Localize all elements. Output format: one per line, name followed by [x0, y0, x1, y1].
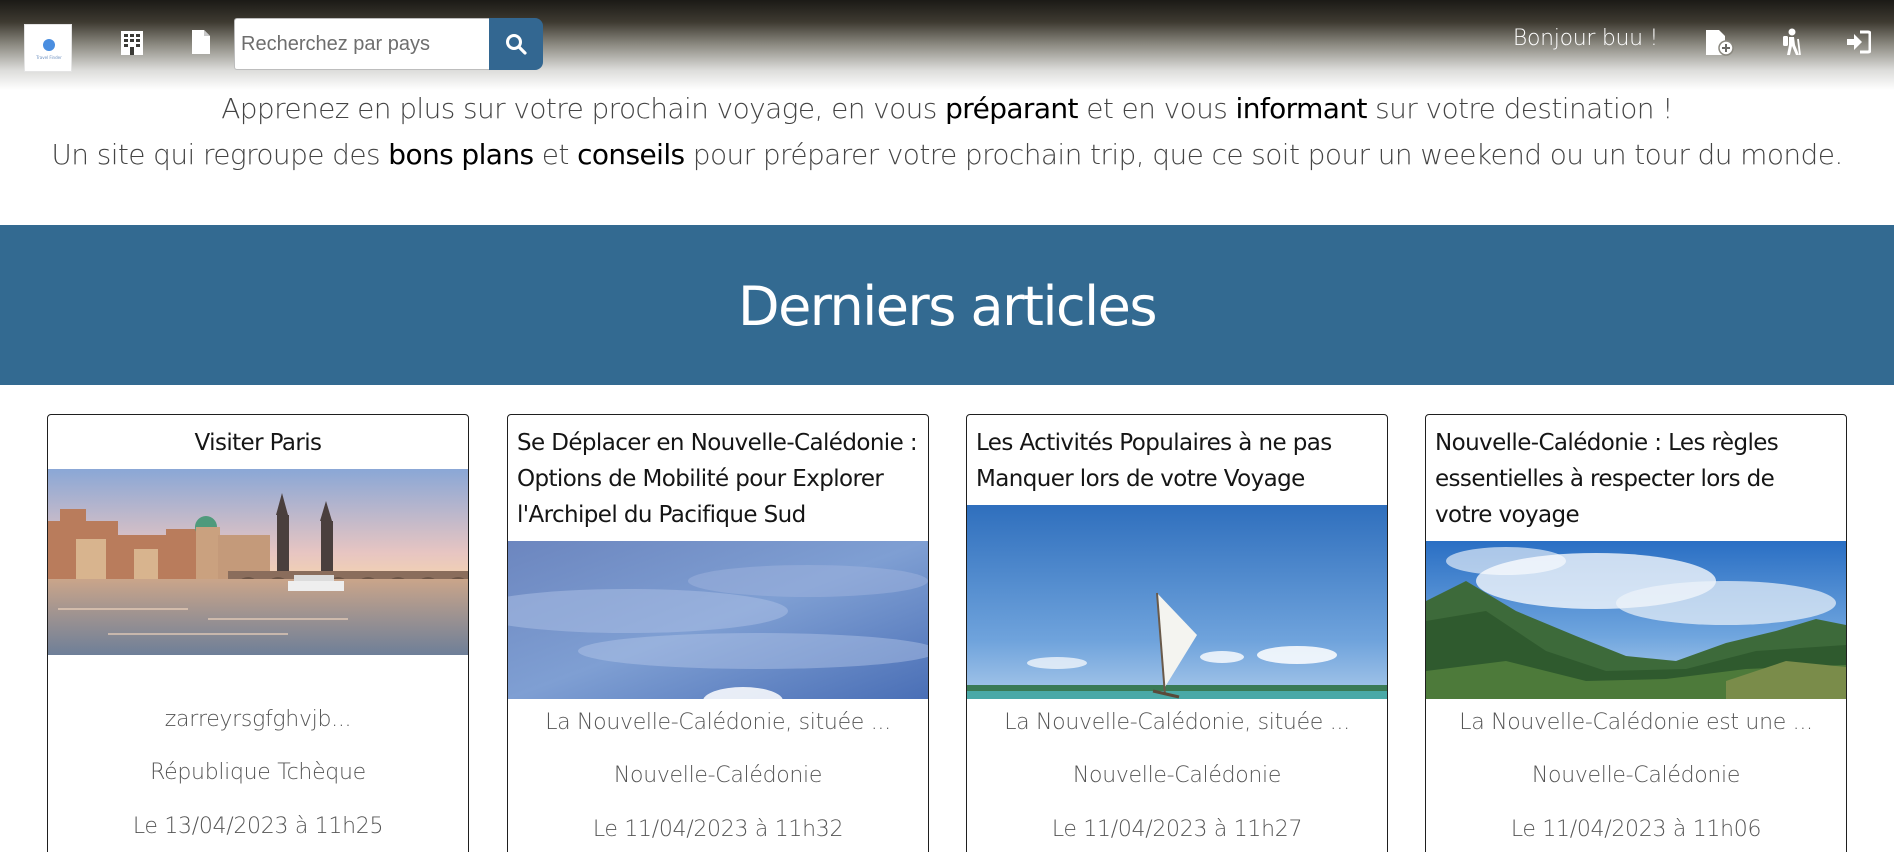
article-image-sailboat[interactable]	[967, 505, 1387, 699]
article-card[interactable]: Les Activités Populaires à ne pas Manque…	[966, 414, 1388, 852]
article-card[interactable]: Nouvelle-Calédonie : Les règles essentie…	[1425, 414, 1847, 852]
user-greeting: Bonjour buu !	[1512, 26, 1658, 51]
article-country: République Tchèque	[150, 760, 366, 785]
sign-in-icon[interactable]	[1845, 30, 1871, 54]
document-icon[interactable]	[191, 29, 211, 55]
intro-line-1-text: et en vous	[1077, 92, 1236, 125]
latest-articles-banner: Derniers articles	[0, 225, 1894, 385]
article-date: Le 11/04/2023 à 11h27	[1051, 817, 1303, 842]
article-excerpt: La Nouvelle-Calédonie, située ...	[1004, 710, 1350, 735]
intro-emphasis-preparant: préparant	[945, 92, 1078, 125]
article-image-mountains[interactable]	[1426, 541, 1846, 699]
intro-line-2-text: pour préparer votre prochain trip, que c…	[684, 138, 1843, 171]
article-date: Le 13/04/2023 à 11h25	[132, 814, 384, 839]
article-title[interactable]: Se Déplacer en Nouvelle-Calédonie : Opti…	[517, 425, 919, 533]
building-icon[interactable]	[120, 30, 144, 56]
article-title[interactable]: Nouvelle-Calédonie : Les règles essentie…	[1435, 425, 1837, 533]
site-logo[interactable]: Travel Finder	[24, 24, 72, 72]
article-country: Nouvelle-Calédonie	[1072, 763, 1282, 788]
new-file-icon[interactable]	[1705, 29, 1735, 57]
intro-line-1-text: sur votre destination !	[1366, 92, 1673, 125]
intro-line-2: Un site qui regroupe des bons plans et c…	[0, 132, 1894, 178]
intro-line-2-text: Un site qui regroupe des	[51, 138, 389, 171]
intro-text: Apprenez en plus sur votre prochain voya…	[0, 86, 1894, 178]
intro-line-1: Apprenez en plus sur votre prochain voya…	[0, 86, 1894, 132]
article-excerpt: La Nouvelle-Calédonie, située ...	[545, 710, 891, 735]
hiker-icon[interactable]	[1780, 28, 1802, 56]
search-icon	[506, 34, 527, 55]
search-input[interactable]	[234, 18, 490, 70]
search-button[interactable]	[489, 18, 543, 70]
article-title[interactable]: Les Activités Populaires à ne pas Manque…	[976, 425, 1378, 497]
page: Travel Finder Bonjour buu !	[0, 0, 1894, 852]
article-excerpt: La Nouvelle-Calédonie est une ...	[1459, 710, 1813, 735]
section-title: Derniers articles	[737, 275, 1158, 338]
logo-text: Travel Finder	[36, 55, 62, 60]
top-navbar: Travel Finder Bonjour buu !	[0, 0, 1894, 90]
article-country: Nouvelle-Calédonie	[1531, 763, 1741, 788]
article-image-prague[interactable]	[48, 469, 468, 655]
article-cards: Visiter Paris zarreyrsgfghvjb... Républi…	[0, 414, 1894, 852]
article-country: Nouvelle-Calédonie	[613, 763, 823, 788]
article-date: Le 11/04/2023 à 11h06	[1510, 817, 1762, 842]
intro-emphasis-conseils: conseils	[577, 138, 685, 171]
article-excerpt: zarreyrsgfghvjb...	[164, 707, 352, 732]
intro-line-1-text: Apprenez en plus sur votre prochain voya…	[221, 92, 946, 125]
logo-mark	[43, 39, 55, 51]
article-card[interactable]: Visiter Paris zarreyrsgfghvjb... Républi…	[47, 414, 469, 852]
intro-line-2-text: et	[533, 138, 578, 171]
article-date: Le 11/04/2023 à 11h32	[592, 817, 844, 842]
article-title[interactable]: Visiter Paris	[57, 425, 459, 461]
article-card[interactable]: Se Déplacer en Nouvelle-Calédonie : Opti…	[507, 414, 929, 852]
intro-emphasis-informant: informant	[1235, 92, 1368, 125]
article-image-sky[interactable]	[508, 541, 928, 699]
intro-emphasis-bons-plans: bons plans	[388, 138, 534, 171]
